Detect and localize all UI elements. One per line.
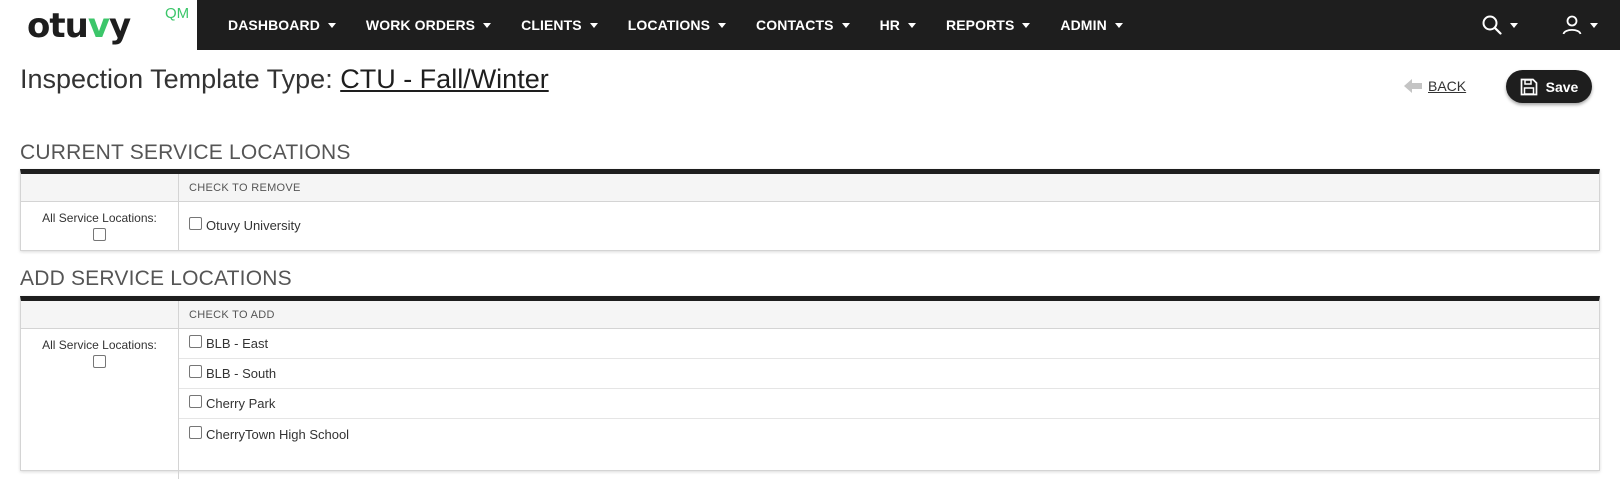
top-navbar: otuvy QM DASHBOARD WORK ORDERS CLIENTS L… [0,0,1620,50]
location-checkbox[interactable] [189,216,202,230]
nav-admin-label: ADMIN [1060,17,1107,33]
location-checkbox[interactable] [189,335,202,348]
location-checkbox[interactable] [189,425,202,439]
logo-text: otuvy [27,6,131,46]
check-to-remove-header: CHECK TO REMOVE [189,182,301,194]
list-item[interactable]: Cherry Park [179,389,1599,419]
nav-locations-label: LOCATIONS [627,17,711,33]
add-locations-title: ADD SERVICE LOCATIONS [20,267,292,290]
nav-contacts-label: CONTACTS [756,17,834,33]
list-item[interactable]: BLB - East [179,329,1599,359]
back-link[interactable]: BACK [1404,78,1466,94]
back-label: BACK [1428,78,1467,94]
caret-down-icon [1510,23,1518,28]
nav-work-orders-label: WORK ORDERS [365,17,476,33]
caret-down-icon [327,23,336,28]
list-item[interactable]: CherryTown High School [179,419,1599,449]
location-name: BLB - South [206,366,277,381]
location-name: Cherry Park [206,396,276,411]
page-title-prefix: Inspection Template Type: [20,64,341,94]
list-item[interactable]: BLB - South [179,359,1599,389]
current-locations-body: All Service Locations: Otuvy University [21,202,1599,250]
caret-down-icon [483,23,492,28]
nav-reports-label: REPORTS [946,17,1015,33]
save-label: Save [1545,78,1579,95]
caret-down-icon [1590,23,1598,28]
caret-down-icon [589,23,598,28]
caret-down-icon [1022,23,1031,28]
add-locations-list: BLB - East BLB - South Cherry Park Cherr… [179,329,1599,479]
arrow-left-icon [1404,79,1422,93]
nav-clients-label: CLIENTS [521,17,582,33]
add-locations-panel: CHECK TO ADD All Service Locations: BLB … [20,296,1600,479]
header-left-cell [21,174,179,201]
logo-container[interactable]: otuvy QM [0,0,197,50]
floppy-disk-icon [1520,78,1537,95]
search-menu-button[interactable] [1460,0,1540,50]
table-header-row: CHECK TO ADD [21,301,1599,329]
all-locations-cell: All Service Locations: [21,202,179,250]
caret-down-icon [841,23,850,28]
logo-qm: QM [165,5,190,22]
location-name: Otuvy University [206,217,301,233]
user-menu-button[interactable] [1540,0,1620,50]
caret-down-icon [1114,23,1123,28]
main-nav: DASHBOARD WORK ORDERS CLIENTS LOCATIONS … [213,0,1138,50]
add-all-checkbox[interactable] [93,355,106,368]
location-name: CherryTown High School [206,426,350,442]
nav-locations[interactable]: LOCATIONS [613,0,741,50]
current-locations-list: Otuvy University [179,202,1599,250]
nav-hr[interactable]: HR [865,0,931,50]
current-locations-panel: CHECK TO REMOVE All Service Locations: O… [20,169,1600,251]
location-checkbox[interactable] [189,395,202,408]
all-locations-label: All Service Locations: [42,338,157,352]
caret-down-icon [908,23,916,28]
save-button[interactable]: Save [1506,70,1592,103]
caret-down-icon [718,23,727,28]
template-name-link[interactable]: CTU - Fall/Winter [340,64,549,94]
nav-work-orders[interactable]: WORK ORDERS [351,0,506,50]
nav-dashboard-label: DASHBOARD [228,17,320,33]
current-locations-title: CURRENT SERVICE LOCATIONS [20,141,351,164]
header-left-cell [21,301,179,328]
nav-clients[interactable]: CLIENTS [506,0,613,50]
search-icon [1482,15,1502,35]
nav-dashboard[interactable]: DASHBOARD [213,0,351,50]
nav-admin[interactable]: ADMIN [1045,0,1137,50]
all-locations-cell: All Service Locations: [21,329,179,479]
nav-reports[interactable]: REPORTS [931,0,1045,50]
nav-contacts[interactable]: CONTACTS [741,0,865,50]
nav-right-tools [1460,0,1620,50]
table-header-row: CHECK TO REMOVE [21,174,1599,202]
remove-all-checkbox[interactable] [93,228,106,241]
list-item[interactable]: Otuvy University [179,202,1599,248]
all-locations-label: All Service Locations: [42,211,157,225]
location-checkbox[interactable] [189,365,202,378]
location-name: BLB - East [206,336,269,351]
check-to-add-header: CHECK TO ADD [189,309,275,321]
nav-hr-label: HR [879,17,900,33]
add-locations-body: All Service Locations: BLB - East BLB - … [21,329,1599,479]
page-title: Inspection Template Type: CTU - Fall/Win… [20,64,549,95]
user-icon [1562,15,1582,35]
